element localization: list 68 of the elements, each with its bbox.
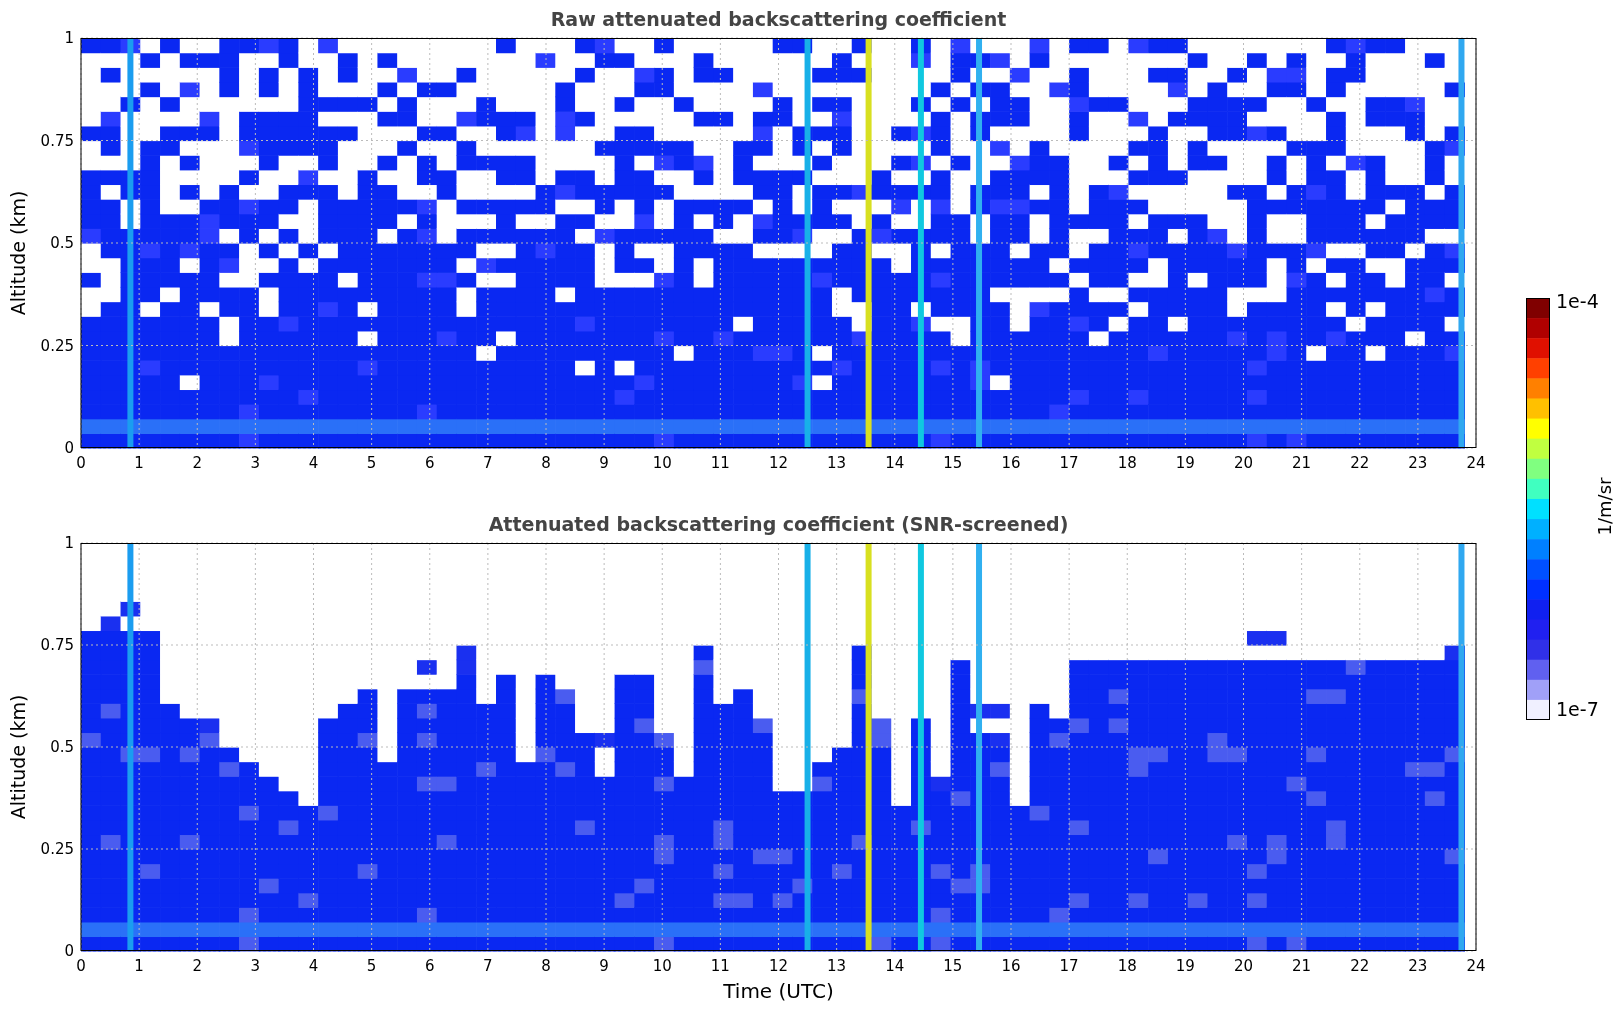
x-tick-label: 14 — [885, 454, 905, 472]
x-tick-label: 2 — [192, 454, 202, 472]
x-tick-label: 23 — [1408, 957, 1428, 975]
y-tick-label: 0.25 — [40, 840, 74, 858]
y-tick-label: 0 — [64, 439, 74, 457]
x-tick-label: 10 — [652, 454, 672, 472]
x-tick-label: 3 — [250, 454, 261, 472]
x-tick-label: 22 — [1350, 957, 1370, 975]
y-tick-label: 0.75 — [40, 636, 74, 654]
plot-title: Raw attenuated backscattering coefficient — [549, 8, 1008, 30]
x-tick-label: 14 — [885, 957, 905, 975]
x-tick-label: 6 — [425, 454, 435, 472]
x-tick-label: 5 — [366, 957, 377, 975]
x-tick-label: 15 — [943, 957, 963, 975]
x-tick-label: 18 — [1117, 454, 1137, 472]
y-tick-label: 1 — [64, 535, 74, 552]
x-tick-label: 5 — [366, 454, 377, 472]
y-axis-label: Altitude (km) — [7, 694, 29, 820]
x-tick-label: 13 — [827, 454, 847, 472]
x-tick-label: 16 — [1001, 957, 1021, 975]
colorbar-label: 1/m/sr — [1594, 477, 1616, 535]
x-tick-label: 17 — [1059, 957, 1079, 975]
x-tick-label: 7 — [483, 454, 493, 472]
x-tick-label: 11 — [710, 454, 730, 472]
y-tick-label: 0.5 — [50, 738, 74, 756]
x-tick-label: 24 — [1466, 957, 1486, 975]
x-tick-label: 22 — [1350, 454, 1370, 472]
x-tick-label: 1 — [134, 454, 144, 472]
x-tick-label: 3 — [250, 957, 261, 975]
x-tick-label: 19 — [1175, 454, 1195, 472]
x-tick-label: 10 — [652, 957, 672, 975]
x-tick-label: 12 — [768, 957, 789, 975]
x-tick-label: 0 — [76, 957, 86, 975]
x-tick-label: 16 — [1001, 454, 1021, 472]
y-tick-label: 0 — [64, 942, 74, 960]
x-tick-label: 15 — [943, 454, 963, 472]
x-tick-label: 21 — [1292, 454, 1312, 472]
x-tick-label: 7 — [483, 957, 493, 975]
x-tick-label: 0 — [76, 454, 86, 472]
x-tick-label: 4 — [308, 454, 319, 472]
y-axis-label: Altitude (km) — [7, 190, 29, 316]
x-tick-label: 21 — [1292, 957, 1312, 975]
x-tick-label: 18 — [1117, 957, 1137, 975]
x-tick-label: 19 — [1175, 957, 1195, 975]
x-tick-label: 8 — [541, 957, 551, 975]
x-tick-label: 20 — [1233, 957, 1254, 975]
plot-title: Attenuated backscattering coefficient (SNR-screened) — [487, 513, 1070, 535]
y-tick-label: 0.75 — [40, 131, 74, 150]
y-tick-label: 0.25 — [40, 336, 74, 355]
x-tick-label: 24 — [1466, 454, 1486, 472]
x-tick-label: 20 — [1233, 454, 1254, 472]
x-tick-label: 11 — [710, 957, 730, 975]
x-tick-label: 13 — [827, 957, 847, 975]
x-tick-label: 23 — [1408, 454, 1428, 472]
y-tick-label: 0.5 — [50, 234, 74, 252]
x-tick-label: 6 — [425, 957, 435, 975]
colorbar-max-label: 1e-4 — [1556, 289, 1599, 312]
x-tick-label: 4 — [308, 957, 319, 975]
y-tick-label: 1 — [64, 30, 74, 47]
colorbar-min-label: 1e-7 — [1556, 697, 1599, 720]
x-tick-label: 8 — [541, 454, 551, 472]
x-tick-label: 9 — [599, 454, 609, 472]
x-axis-label: Time (UTC) — [723, 979, 834, 1003]
x-tick-label: 9 — [599, 957, 609, 975]
x-tick-label: 2 — [192, 957, 202, 975]
x-tick-label: 1 — [134, 957, 144, 975]
x-tick-label: 12 — [768, 454, 789, 472]
x-tick-label: 17 — [1059, 454, 1079, 472]
